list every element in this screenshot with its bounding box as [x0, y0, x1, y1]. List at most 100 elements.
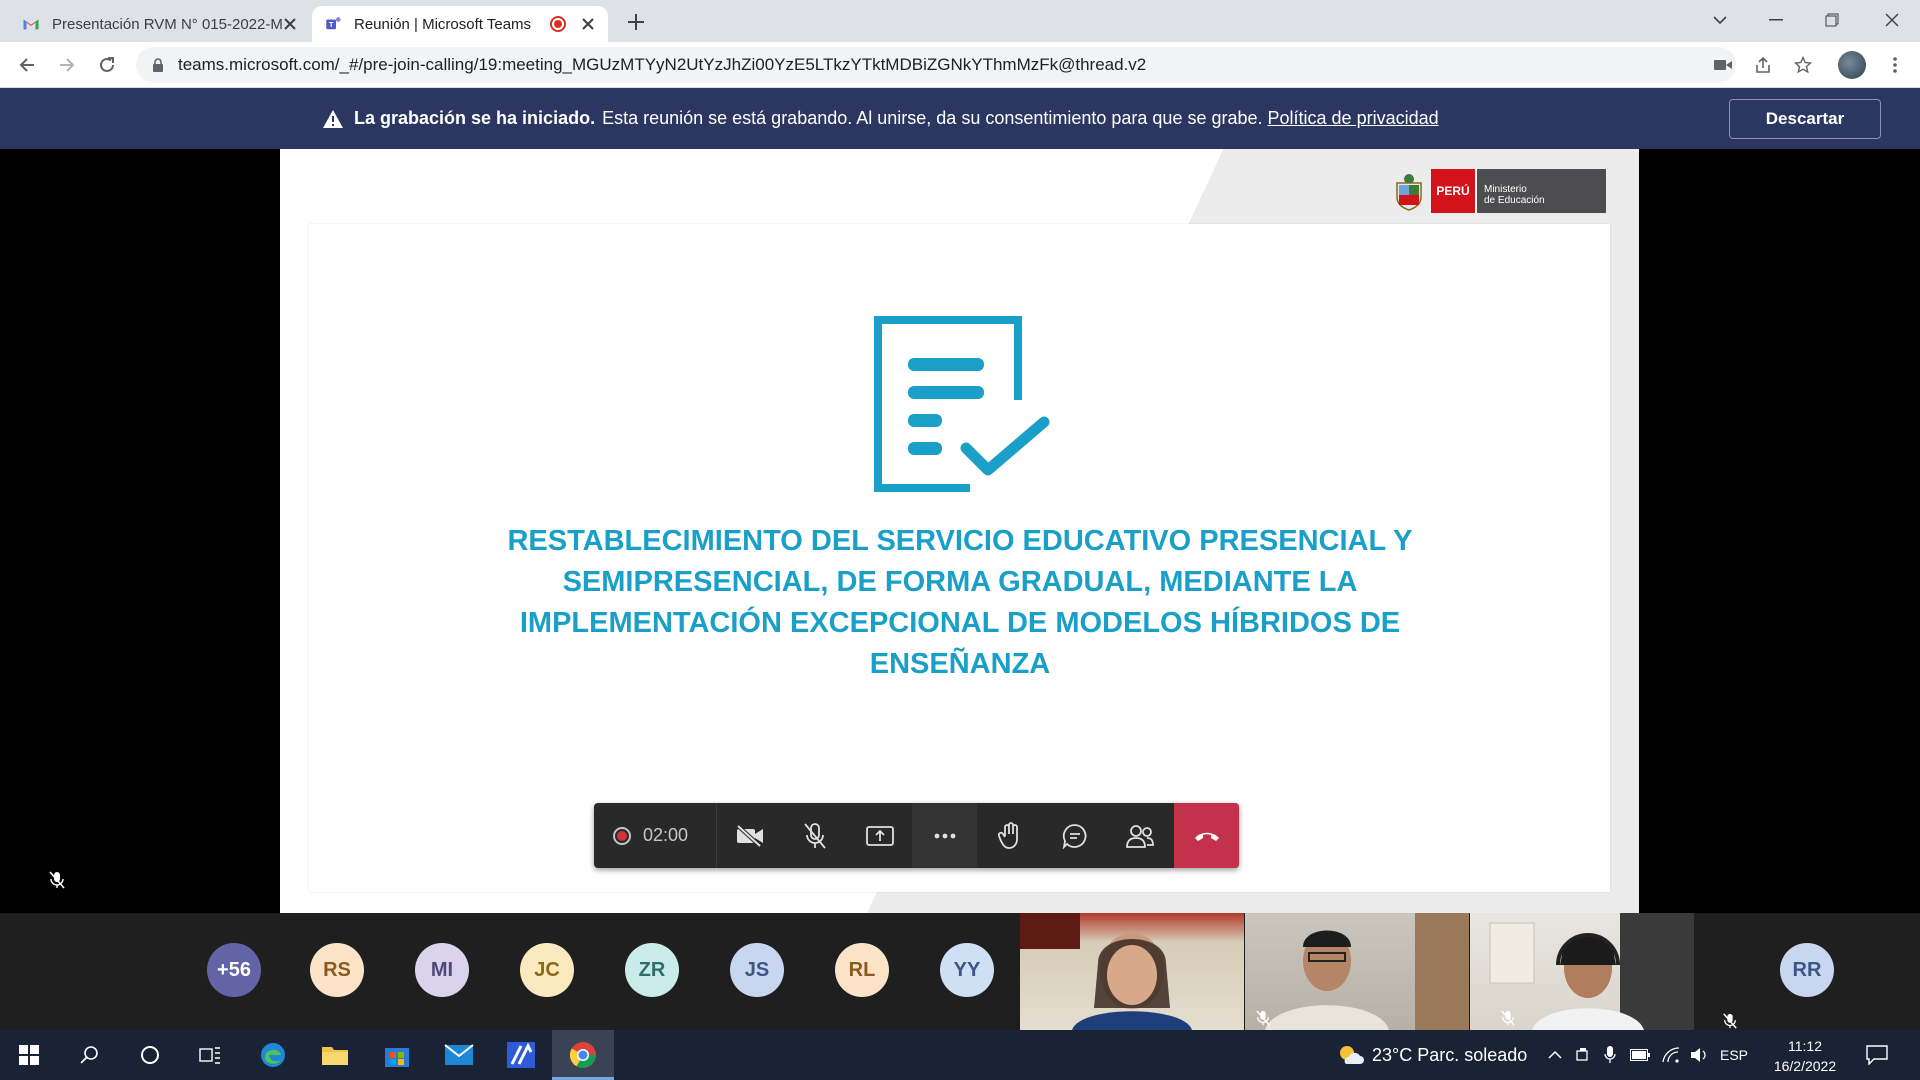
restore-icon[interactable]: [1804, 0, 1860, 40]
participants-button[interactable]: [1107, 803, 1172, 868]
ministry-line2: de Educación: [1484, 195, 1545, 206]
system-clock[interactable]: 11:12 16/2/2022: [1770, 1036, 1840, 1076]
meeting-controls: 02:00: [594, 803, 1239, 868]
meet-now-icon[interactable]: [1576, 1047, 1590, 1063]
camera-off-button[interactable]: [717, 803, 782, 868]
recording-status: 02:00: [594, 803, 717, 868]
back-icon[interactable]: [12, 50, 42, 80]
banner-bold: La grabación se ha iniciado.: [354, 108, 596, 128]
tab-teams[interactable]: T Reunión | Microsoft Teams: [312, 6, 608, 42]
tab-title: Reunión | Microsoft Teams: [354, 15, 532, 33]
minimize-icon[interactable]: [1748, 0, 1804, 40]
file-explorer-icon[interactable]: [320, 1040, 350, 1070]
store-icon[interactable]: [382, 1040, 412, 1070]
language-indicator[interactable]: ESP: [1720, 1047, 1748, 1063]
dismiss-button[interactable]: Descartar: [1729, 99, 1881, 139]
browser-tab-strip: Presentación RVM N° 015-2022-M T Reunión…: [0, 0, 1920, 42]
participant-avatar[interactable]: JC: [520, 943, 574, 997]
gmail-icon: [23, 19, 39, 30]
participant-avatar[interactable]: RS: [310, 943, 364, 997]
mic-off-icon: [803, 822, 826, 849]
battery-icon[interactable]: [1630, 1049, 1650, 1061]
hang-up-icon: [1194, 832, 1219, 841]
raise-hand-button[interactable]: [977, 803, 1042, 868]
recording-dot-icon: [613, 826, 631, 845]
lock-icon[interactable]: [152, 58, 164, 72]
clock-date: 16/2/2022: [1773, 1058, 1837, 1074]
participant-avatar[interactable]: YY: [940, 943, 994, 997]
raise-hand-icon: [997, 821, 1018, 849]
ministry-label: Ministerio de Educación: [1475, 169, 1606, 213]
participant-video-3[interactable]: [1470, 913, 1694, 1030]
chevron-up-icon[interactable]: [1548, 1050, 1562, 1060]
svg-text:T: T: [329, 20, 334, 29]
person-video-image: [1265, 913, 1469, 1030]
task-view-icon[interactable]: [195, 1040, 225, 1070]
warning-icon: [323, 109, 343, 128]
peru-label: PERÚ: [1431, 169, 1475, 213]
chat-button[interactable]: [1042, 803, 1107, 868]
overflow-participants[interactable]: +56: [207, 943, 261, 997]
wifi-icon[interactable]: [1662, 1047, 1680, 1063]
share-screen-button[interactable]: [847, 803, 912, 868]
minedu-logo: PERÚ Ministerio de Educación: [1391, 169, 1606, 213]
profile-avatar[interactable]: [1838, 51, 1866, 79]
forward-icon[interactable]: [52, 50, 82, 80]
muted-mic-icon: [49, 871, 65, 889]
participant-avatar[interactable]: RL: [835, 943, 889, 997]
more-icon: [934, 833, 955, 838]
participant-video-2[interactable]: [1245, 913, 1469, 1030]
cortana-icon[interactable]: [135, 1040, 165, 1070]
browser-toolbar: teams.microsoft.com/_#/pre-join-calling/…: [0, 42, 1920, 88]
windows-start-icon[interactable]: [14, 1040, 44, 1070]
close-window-icon[interactable]: [1864, 0, 1920, 40]
notifications-icon[interactable]: [1862, 1040, 1892, 1070]
chrome-icon[interactable]: [568, 1040, 598, 1070]
app-icon[interactable]: [506, 1040, 536, 1070]
search-icon[interactable]: [75, 1040, 105, 1070]
tab-title: Presentación RVM N° 015-2022-M: [52, 15, 282, 33]
new-tab-icon[interactable]: [622, 8, 650, 36]
share-screen-icon: [865, 825, 894, 846]
participant-avatar[interactable]: ZR: [625, 943, 679, 997]
edge-icon[interactable]: [258, 1040, 288, 1070]
address-bar[interactable]: teams.microsoft.com/_#/pre-join-calling/…: [136, 47, 1736, 83]
participant-avatar[interactable]: MI: [415, 943, 469, 997]
camera-in-use-icon[interactable]: [1708, 50, 1738, 80]
document-check-icon: [874, 316, 1050, 492]
participant-avatar[interactable]: JS: [730, 943, 784, 997]
weather-widget[interactable]: 23°C Parc. soleado: [1338, 1030, 1527, 1080]
meeting-stage: PERÚ Ministerio de Educación RESTABLECIM…: [0, 149, 1920, 913]
share-icon[interactable]: [1748, 50, 1778, 80]
clock-time: 11:12: [1788, 1038, 1822, 1054]
tab-search-icon[interactable]: [1692, 0, 1748, 40]
partly-sunny-icon: [1340, 1046, 1364, 1064]
windows-taskbar: 23°C Parc. soleado ESP 11:12 16/2/2022: [0, 1030, 1920, 1080]
close-tab-icon[interactable]: [580, 16, 596, 32]
weather-text: 23°C Parc. soleado: [1372, 1044, 1528, 1065]
menu-kebab-icon[interactable]: [1880, 50, 1910, 80]
mail-icon[interactable]: [444, 1040, 474, 1070]
more-actions-button[interactable]: [912, 803, 977, 868]
muted-mic-icon: [1256, 1010, 1270, 1026]
muted-mic-icon: [1501, 1010, 1515, 1026]
close-tab-icon[interactable]: [282, 16, 298, 32]
microphone-icon[interactable]: [1604, 1046, 1616, 1064]
volume-icon[interactable]: [1690, 1047, 1708, 1063]
recording-banner: La grabación se ha iniciado. Esta reunió…: [0, 88, 1920, 149]
camera-off-icon: [736, 824, 763, 847]
participant-video-1[interactable]: [1020, 913, 1244, 1030]
reload-icon[interactable]: [92, 50, 122, 80]
bookmark-star-icon[interactable]: [1788, 50, 1818, 80]
banner-text: Esta reunión se está grabando. Al unirse…: [602, 108, 1263, 128]
url-text: teams.microsoft.com/_#/pre-join-calling/…: [178, 55, 1147, 74]
ministry-line1: Ministerio: [1484, 184, 1527, 195]
privacy-link[interactable]: Política de privacidad: [1268, 108, 1439, 129]
tab-gmail[interactable]: Presentación RVM N° 015-2022-M: [10, 6, 310, 42]
mute-button[interactable]: [782, 803, 847, 868]
banner-message: La grabación se ha iniciado. Esta reunió…: [322, 88, 1439, 149]
recording-indicator-icon: [550, 16, 566, 32]
tray-icons: ESP: [1548, 1030, 1748, 1080]
participant-avatar[interactable]: RR: [1780, 943, 1834, 997]
hang-up-button[interactable]: [1174, 803, 1239, 868]
